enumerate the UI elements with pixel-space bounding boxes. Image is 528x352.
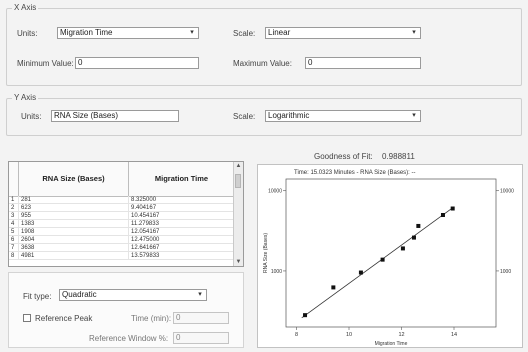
x-units-value: Migration Time	[60, 28, 113, 37]
table-scrollbar[interactable]: ▲ ▼	[233, 162, 243, 266]
data-point	[380, 257, 385, 262]
x-axis-group: X Axis Units: Migration Time ▾ Scale: Li…	[6, 3, 522, 86]
table-row[interactable]: 6 2604 12.475000	[9, 236, 235, 244]
table-cell-index: 2	[9, 204, 19, 212]
table-row[interactable]: 7 3638 12.641667	[9, 244, 235, 252]
reference-window-input[interactable]: 0	[173, 332, 229, 344]
time-min-input[interactable]: 0	[173, 312, 229, 324]
table-row[interactable]: 5 1908 12.054167	[9, 228, 235, 236]
table-row[interactable]: 2 623 9.404167	[9, 204, 235, 212]
reference-peak-label: Reference Peak	[35, 314, 93, 323]
x-scale-value: Linear	[268, 28, 291, 37]
table-cell-migration-time: 9.404167	[129, 204, 235, 212]
calibration-table[interactable]: RNA Size (Bases) Migration Time 1 281 8.32…	[8, 161, 244, 267]
scroll-thumb[interactable]	[235, 174, 241, 188]
table-cell-rna-size: 623	[19, 204, 129, 212]
table-cell-index: 6	[9, 236, 19, 244]
table-cell-migration-time: 13.579833	[129, 252, 235, 260]
table-cell-rna-size: 955	[19, 212, 129, 220]
chevron-down-icon: ▾	[412, 29, 416, 36]
data-point	[358, 270, 363, 275]
data-point	[331, 285, 336, 290]
y-axis-label: RNA Size (Bases)	[263, 233, 269, 273]
table-cell-index: 5	[9, 228, 19, 236]
data-point	[303, 313, 308, 318]
y-right-tick-label: 10000	[500, 189, 514, 195]
chart-title: Time: 15.0323 Minutes - RNA Size (Bases)…	[294, 170, 416, 176]
x-min-input[interactable]: 0	[75, 57, 199, 69]
chevron-down-icon: ▾	[190, 29, 194, 36]
x-min-label: Minimum Value:	[17, 59, 74, 68]
x-tick-label: 10	[346, 332, 352, 338]
table-cell-rna-size: 4981	[19, 252, 129, 260]
table-row[interactable]: 4 1383 11.279833	[9, 220, 235, 228]
y-units-input[interactable]: RNA Size (Bases)	[51, 110, 179, 122]
table-header-rna-size[interactable]: RNA Size (Bases)	[19, 162, 129, 196]
chevron-down-icon: ▾	[412, 112, 416, 119]
x-max-input[interactable]: 0	[305, 57, 421, 69]
y-scale-select[interactable]: Logarithmic ▾	[265, 110, 421, 122]
table-row[interactable]: 1 281 8.325000	[9, 196, 235, 204]
table-row[interactable]: 8 4981 13.579833	[9, 252, 235, 260]
data-point	[450, 206, 455, 211]
table-cell-migration-time: 12.641667	[129, 244, 235, 252]
calibration-chart: Time: 15.0323 Minutes - RNA Size (Bases)…	[257, 164, 523, 348]
y-scale-value: Logarithmic	[268, 111, 310, 120]
table-cell-migration-time: 12.475000	[129, 236, 235, 244]
fit-options-panel: Fit type: Quadratic ▾ Reference Peak Tim…	[8, 272, 244, 348]
table-cell-migration-time: 8.325000	[129, 196, 235, 204]
table-cell-index: 7	[9, 244, 19, 252]
x-axis-title: X Axis	[12, 3, 39, 12]
reference-window-label: Reference Window %:	[89, 334, 169, 343]
table-cell-migration-time: 11.279833	[129, 220, 235, 228]
table-cell-migration-time: 10.454167	[129, 212, 235, 220]
table-cell-rna-size: 281	[19, 196, 129, 204]
x-scale-select[interactable]: Linear ▾	[265, 27, 421, 39]
goodness-of-fit-value: 0.988811	[382, 152, 415, 161]
chevron-down-icon: ▾	[198, 291, 202, 298]
x-max-label: Maximum Value:	[233, 59, 292, 68]
table-header: RNA Size (Bases) Migration Time	[9, 162, 235, 197]
table-cell-migration-time: 12.054167	[129, 228, 235, 236]
y-tick-label: 1000	[271, 269, 282, 275]
data-point	[400, 246, 405, 251]
y-axis-group: Y Axis Units: RNA Size (Bases) Scale: Lo…	[6, 93, 522, 136]
scroll-up-icon[interactable]: ▲	[234, 162, 243, 170]
x-tick-label: 12	[398, 332, 404, 338]
table-cell-rna-size: 3638	[19, 244, 129, 252]
y-axis-title: Y Axis	[12, 93, 39, 102]
scroll-down-icon[interactable]: ▼	[234, 258, 243, 266]
table-cell-rna-size: 1908	[19, 228, 129, 236]
time-min-label: Time (min):	[131, 314, 172, 323]
table-cell-index: 1	[9, 196, 19, 204]
fit-type-select[interactable]: Quadratic ▾	[59, 289, 207, 301]
fit-type-value: Quadratic	[62, 290, 97, 299]
goodness-of-fit-label: Goodness of Fit:	[314, 152, 373, 161]
x-axis-label: Migration Time	[375, 341, 408, 347]
y-scale-label: Scale:	[233, 112, 256, 121]
y-units-label: Units:	[21, 112, 42, 121]
table-cell-index: 4	[9, 220, 19, 228]
reference-peak-checkbox[interactable]	[23, 314, 31, 322]
table-cell-index: 3	[9, 212, 19, 220]
table-header-migration-time[interactable]: Migration Time	[129, 162, 235, 196]
x-units-label: Units:	[17, 29, 38, 38]
y-tick-label: 10000	[268, 189, 282, 195]
x-tick-label: 14	[451, 332, 457, 338]
table-cell-index: 8	[9, 252, 19, 260]
table-cell-rna-size: 2604	[19, 236, 129, 244]
table-header-index	[9, 162, 19, 196]
chart-svg: Time: 15.0323 Minutes - RNA Size (Bases)…	[263, 170, 514, 347]
x-units-select[interactable]: Migration Time ▾	[57, 27, 199, 39]
x-scale-label: Scale:	[233, 29, 256, 38]
fit-type-label: Fit type:	[23, 292, 52, 301]
data-point	[440, 213, 445, 218]
data-point	[411, 235, 416, 240]
y-right-tick-label: 1000	[500, 269, 511, 275]
x-tick-label: 8	[295, 332, 298, 338]
data-point	[416, 223, 421, 228]
table-cell-rna-size: 1383	[19, 220, 129, 228]
table-row[interactable]: 3 955 10.454167	[9, 212, 235, 220]
